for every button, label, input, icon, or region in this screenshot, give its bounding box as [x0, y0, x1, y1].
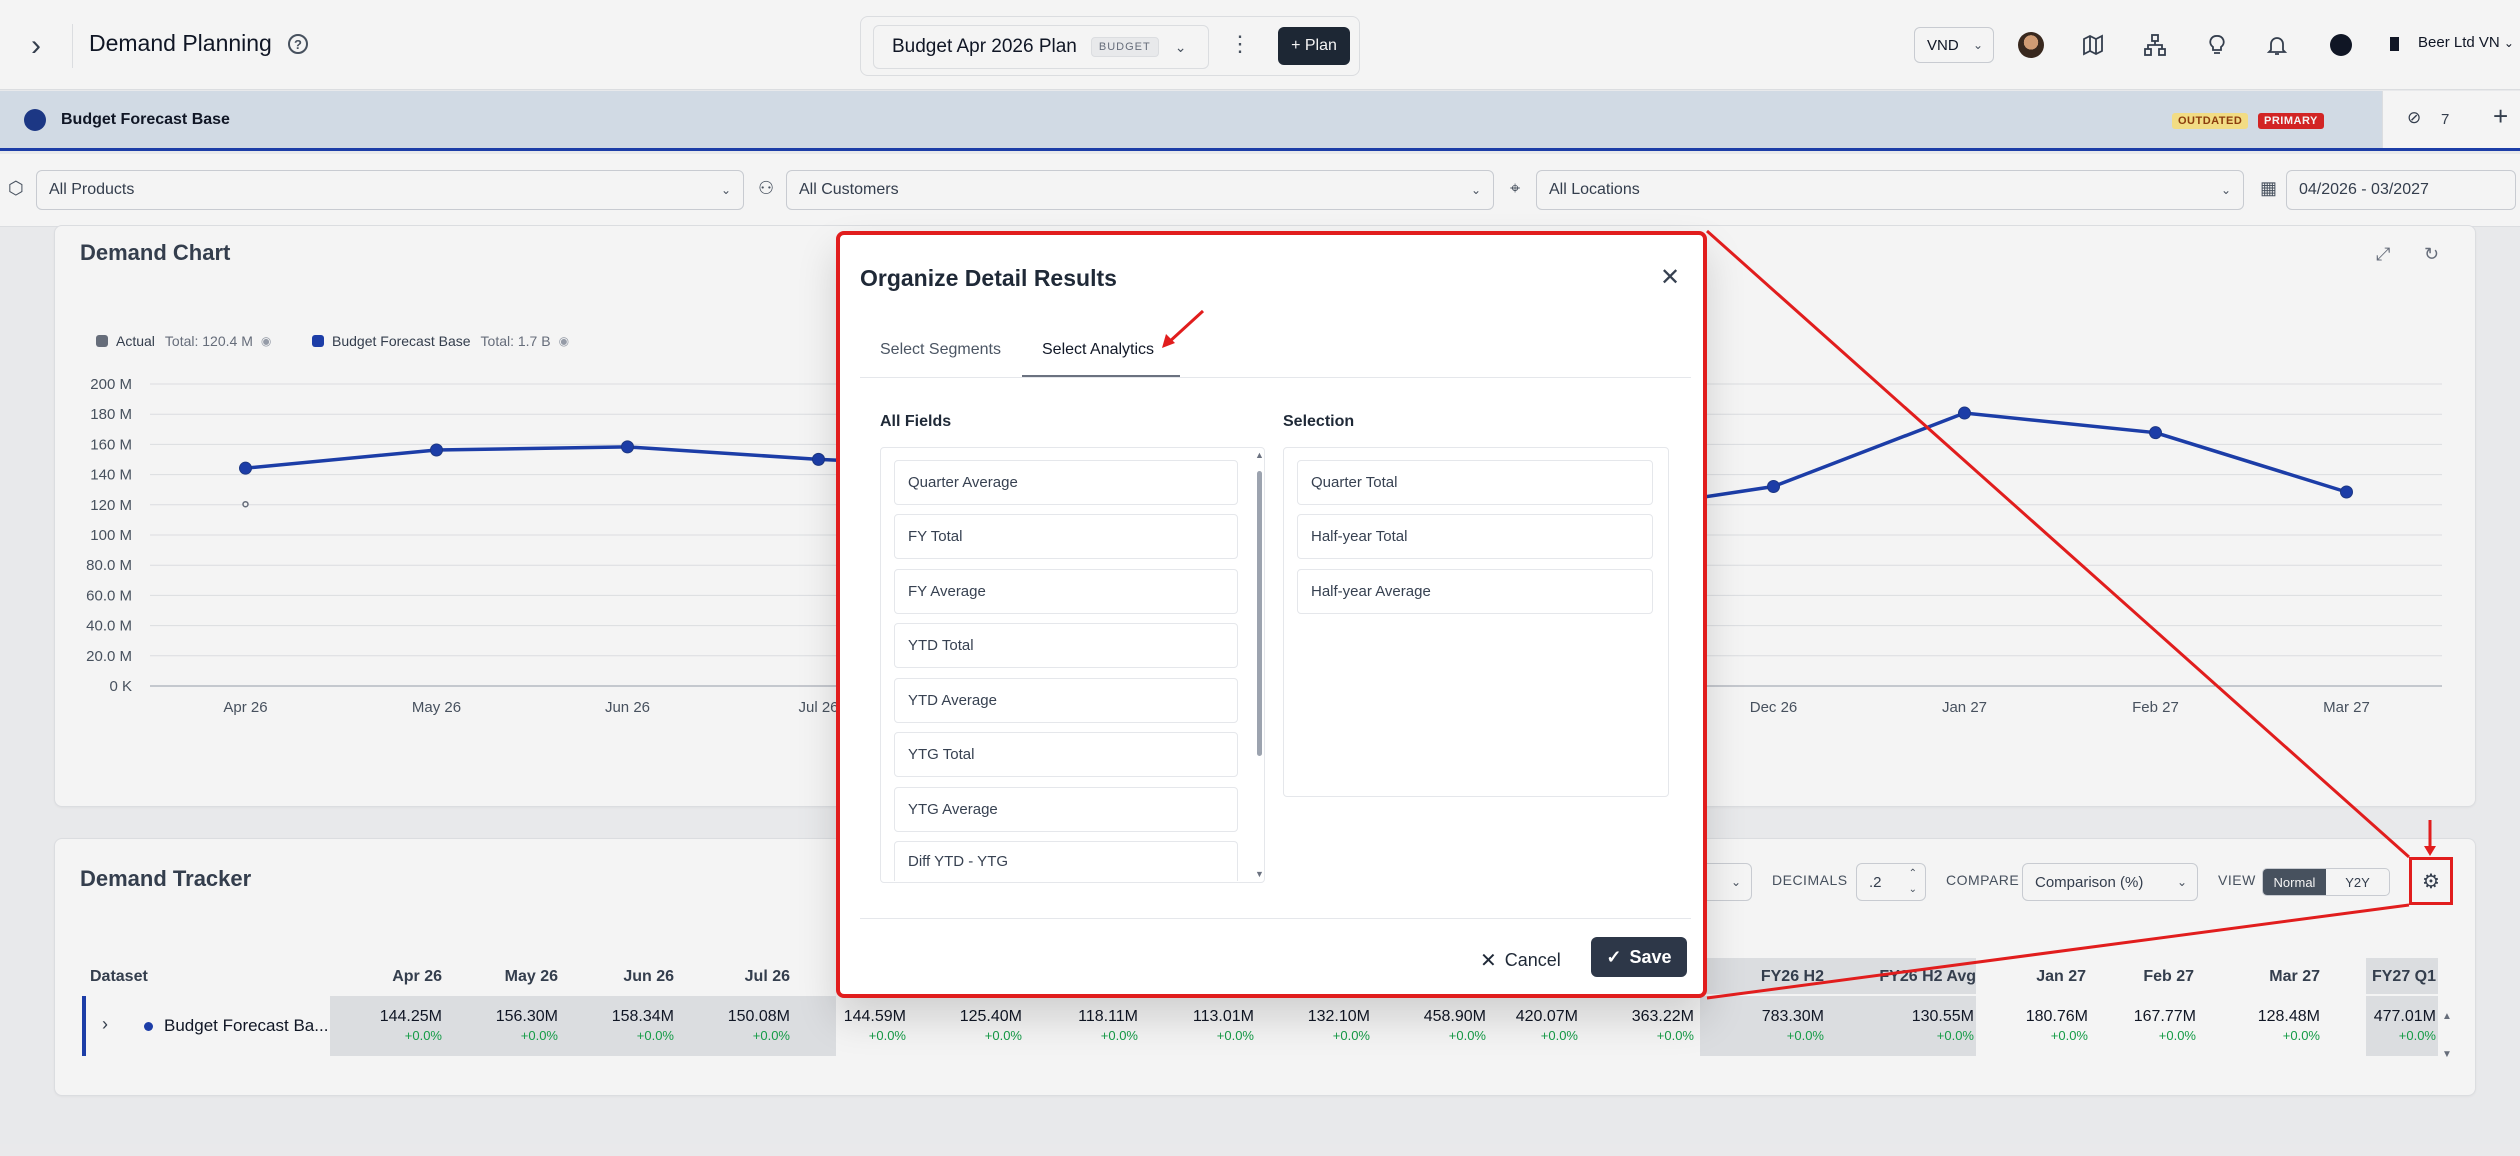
tab-select-segments[interactable]: Select Segments: [880, 341, 1001, 359]
all-fields-list[interactable]: Quarter Average FY Total FY Average YTD …: [880, 447, 1265, 883]
selection-list[interactable]: Quarter Total Half-year Total Half-year …: [1283, 447, 1669, 797]
modal-footer-divider: [860, 918, 1691, 919]
save-button[interactable]: ✓ Save: [1591, 937, 1687, 977]
selection-item[interactable]: Half-year Average: [1297, 569, 1653, 614]
scrollbar-thumb[interactable]: [1257, 471, 1262, 756]
selection-item[interactable]: Half-year Total: [1297, 514, 1653, 559]
field-item[interactable]: Quarter Average: [894, 460, 1238, 505]
modal-title: Organize Detail Results: [860, 265, 1117, 291]
field-item[interactable]: FY Average: [894, 569, 1238, 614]
selection-item[interactable]: Quarter Total: [1297, 460, 1653, 505]
gear-highlight-box: [2409, 857, 2453, 905]
cancel-label: Cancel: [1504, 949, 1561, 970]
field-item[interactable]: YTD Total: [894, 623, 1238, 668]
close-icon[interactable]: ✕: [1660, 263, 1680, 292]
save-label: Save: [1629, 946, 1672, 967]
check-icon: ✓: [1606, 946, 1622, 967]
field-item[interactable]: YTD Average: [894, 678, 1238, 723]
field-item[interactable]: YTG Total: [894, 732, 1238, 777]
active-tab-indicator: [1022, 375, 1180, 377]
field-item[interactable]: YTG Average: [894, 787, 1238, 832]
all-fields-label: All Fields: [880, 413, 952, 430]
tab-select-analytics[interactable]: Select Analytics: [1042, 341, 1154, 359]
tabs-divider: [860, 377, 1691, 378]
scroll-up-icon[interactable]: ▲: [1255, 450, 1264, 460]
close-icon: ✕: [1480, 949, 1497, 972]
field-item[interactable]: FY Total: [894, 514, 1238, 559]
organize-detail-results-modal: Organize Detail Results ✕ Select Segment…: [836, 231, 1707, 998]
scroll-down-icon[interactable]: ▼: [1255, 869, 1264, 879]
field-item[interactable]: Diff YTD - YTG: [894, 841, 1238, 881]
selection-label: Selection: [1283, 413, 1355, 430]
cancel-button[interactable]: ✕ Cancel: [1480, 941, 1561, 979]
